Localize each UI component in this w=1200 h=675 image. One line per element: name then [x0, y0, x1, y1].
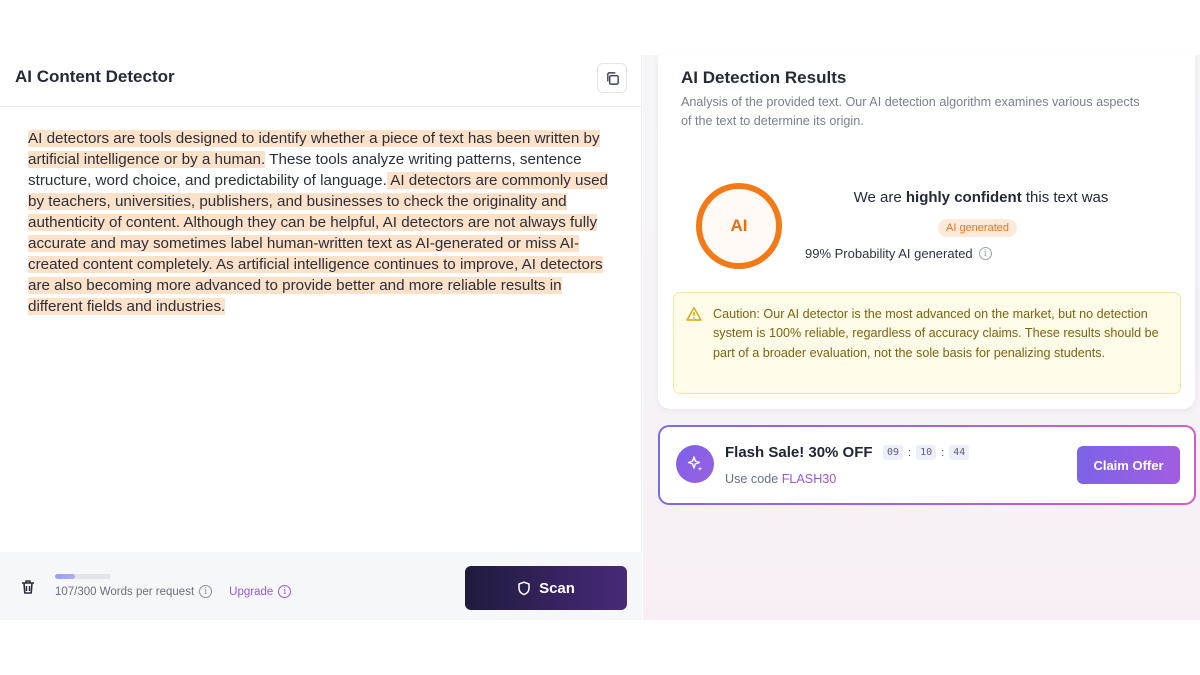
- word-count-text: 107/300 Words per request: [55, 585, 195, 598]
- word-usage-fill: [55, 574, 75, 579]
- flash-sale-banner: Flash Sale! 30% OFF 09 : 10 : 44 Use cod…: [658, 425, 1196, 505]
- word-count-row: 107/300 Words per request i Upgrade i: [55, 585, 292, 598]
- promo-code-line: Use code FLASH30: [725, 472, 836, 486]
- code-prefix: Use code: [725, 472, 782, 486]
- warning-icon: [686, 307, 702, 321]
- timer-separator: :: [908, 446, 912, 459]
- editor-title: AI Content Detector: [15, 67, 175, 86]
- caution-box: Caution: Our AI detector is the most adv…: [673, 292, 1181, 394]
- confidence-prefix: We are: [853, 189, 906, 206]
- detection-results-card: AI Detection Results Analysis of the pro…: [658, 55, 1195, 409]
- claim-offer-button[interactable]: Claim Offer: [1077, 446, 1180, 484]
- editor-panel: AI Content Detector AI detectors are too…: [0, 55, 642, 620]
- copy-icon: [606, 71, 619, 85]
- timer-hours: 09: [883, 445, 904, 460]
- timer-separator: :: [941, 446, 945, 459]
- info-icon[interactable]: i: [278, 585, 292, 598]
- trash-icon[interactable]: [19, 578, 37, 596]
- shield-icon: [518, 580, 530, 595]
- results-title: AI Detection Results: [681, 68, 847, 87]
- timer-seconds: 44: [949, 445, 970, 460]
- countdown-timer: 09 : 10 : 44: [883, 445, 970, 460]
- editor-footer: 107/300 Words per request i Upgrade i Sc…: [0, 552, 642, 620]
- timer-minutes: 10: [916, 445, 937, 460]
- word-usage-bar: [55, 574, 111, 579]
- verdict-badge: AI generated: [938, 219, 1017, 237]
- probability-row: 99% Probability AI generated i: [805, 246, 992, 261]
- probability-text: 99% Probability AI generated: [805, 246, 973, 261]
- caution-text: Caution: Our AI detector is the most adv…: [713, 307, 1159, 360]
- editor-header: AI Content Detector: [0, 55, 642, 107]
- ai-score-ring: AI: [696, 183, 782, 269]
- ring-label: AI: [730, 216, 748, 235]
- input-text-area[interactable]: AI detectors are tools designed to ident…: [28, 128, 618, 317]
- info-icon[interactable]: i: [199, 585, 213, 598]
- copy-button[interactable]: [597, 63, 627, 93]
- confidence-suffix: this text was: [1021, 189, 1109, 206]
- sparkle-icon: [676, 445, 714, 483]
- confidence-statement: We are highly confident this text was: [836, 189, 1126, 206]
- upgrade-link[interactable]: Upgrade: [229, 586, 273, 598]
- app-screen: AI Content Detector AI detectors are too…: [0, 0, 1200, 675]
- promo-code[interactable]: FLASH30: [782, 472, 837, 486]
- info-icon[interactable]: i: [978, 247, 992, 260]
- scan-button[interactable]: Scan: [465, 566, 627, 610]
- results-subtitle: Analysis of the provided text. Our AI de…: [681, 95, 1140, 128]
- promo-title: Flash Sale! 30% OFF: [725, 444, 873, 461]
- confidence-strong: highly confident: [905, 189, 1022, 206]
- results-panel: AI Detection Results Analysis of the pro…: [643, 55, 1200, 620]
- scan-label: Scan: [539, 579, 575, 597]
